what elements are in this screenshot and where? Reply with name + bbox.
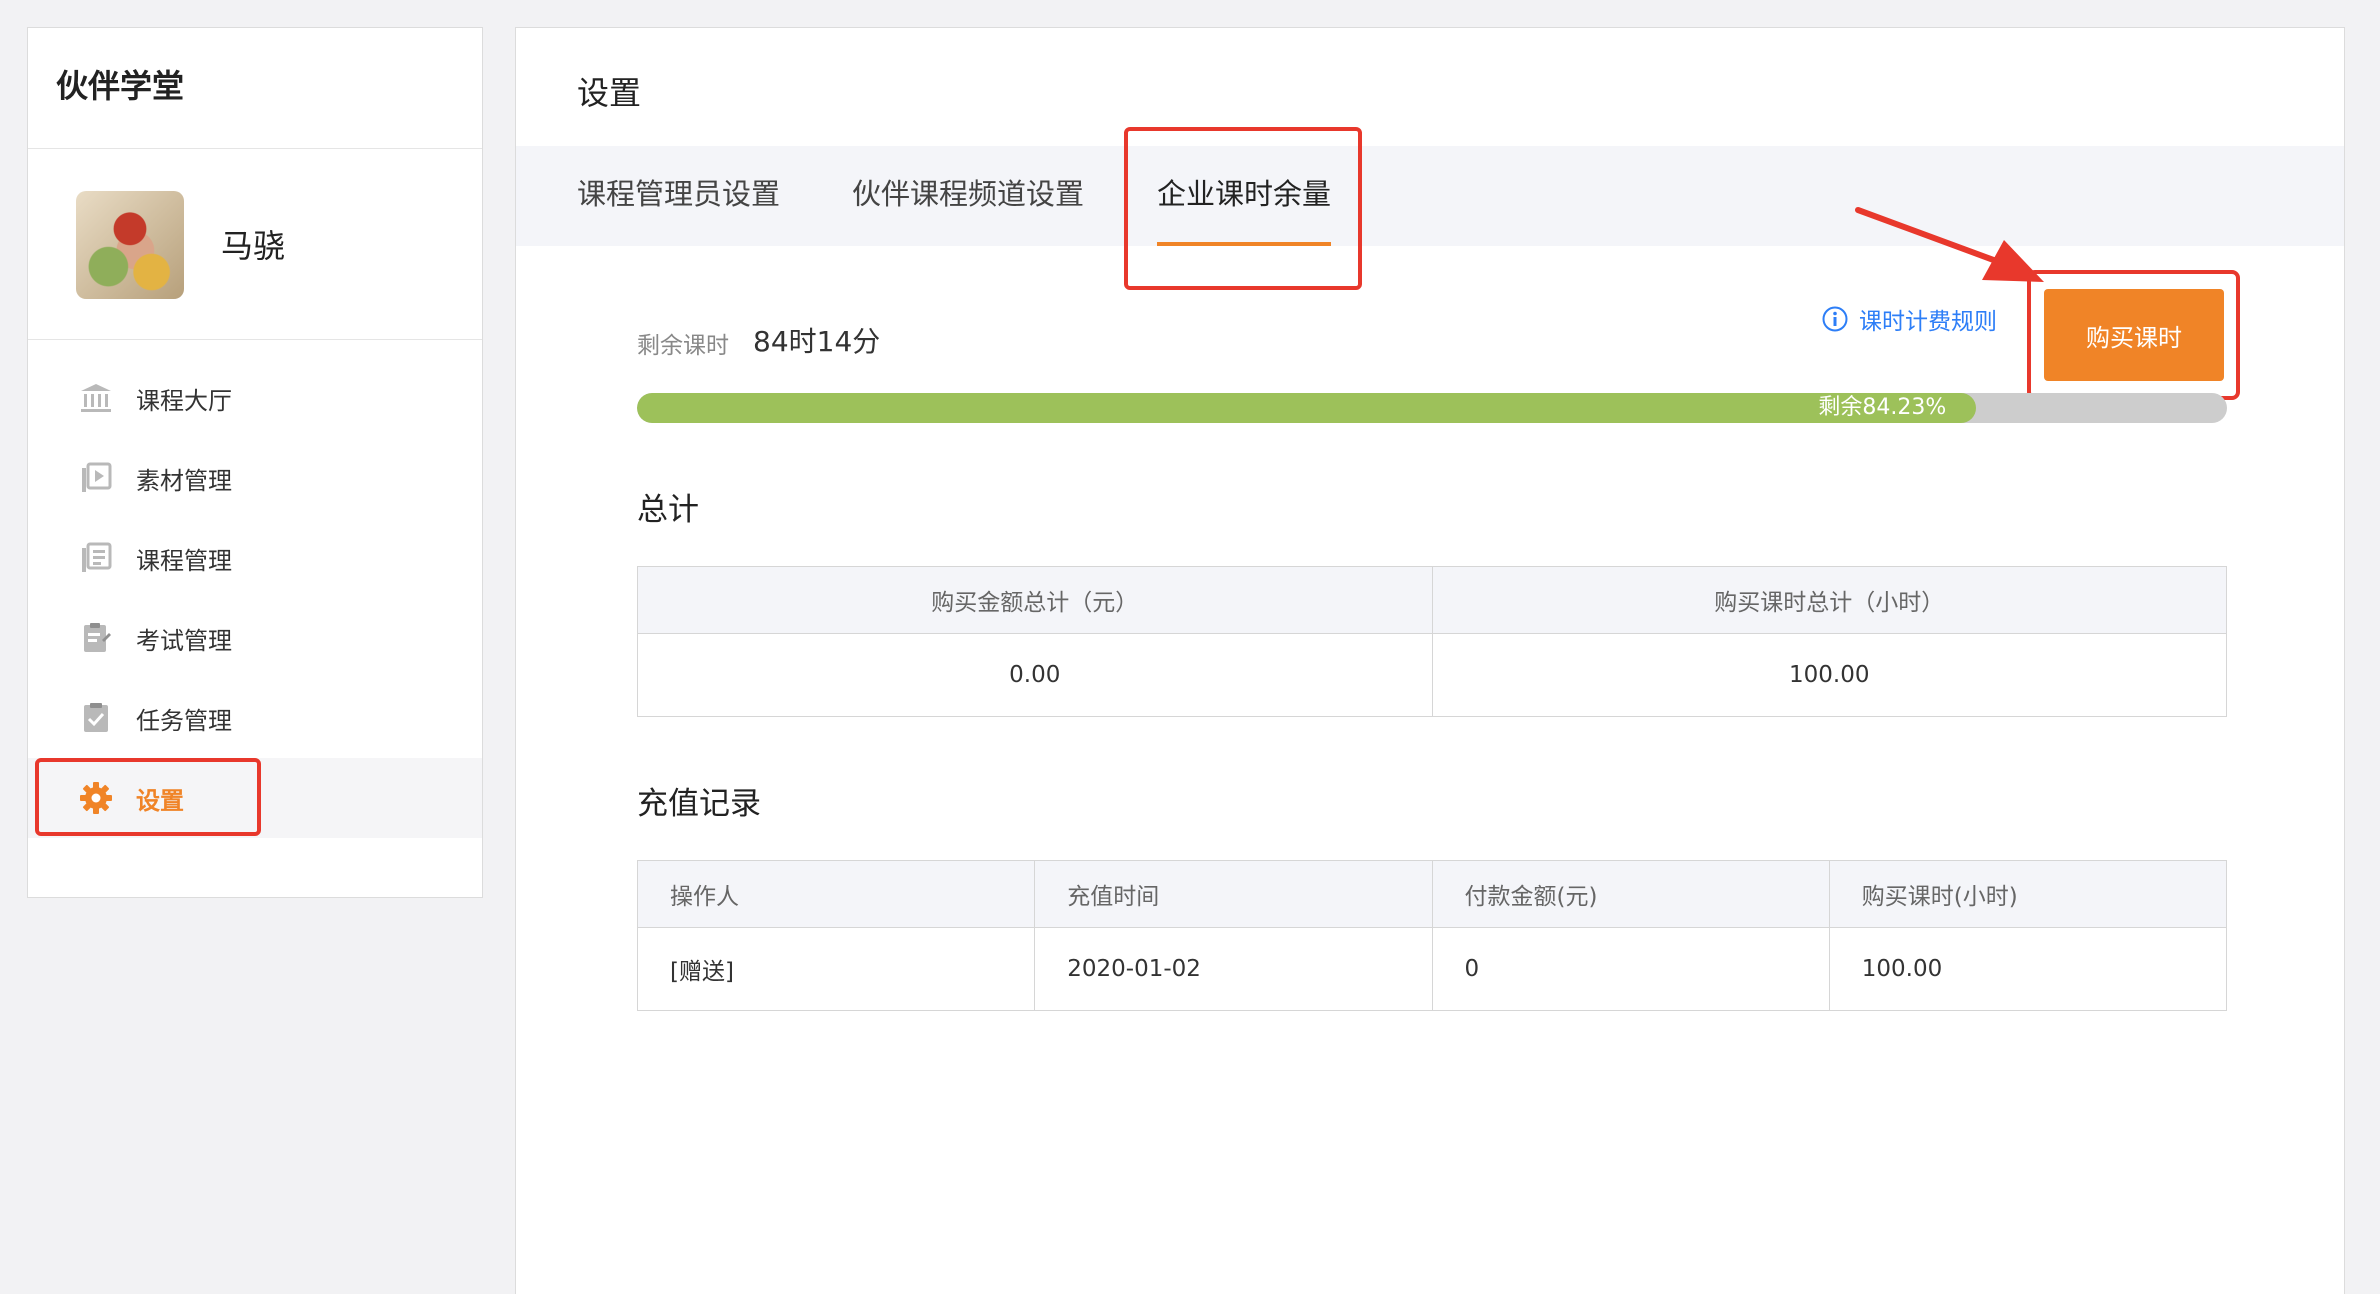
- gear-icon: [80, 782, 112, 814]
- arrow-annotation: [1855, 207, 2044, 282]
- sidebar-item-label: 课程大厅: [136, 386, 232, 415]
- user-panel: 马骁: [28, 149, 482, 340]
- progress-fill: 剩余84.23%: [637, 393, 1977, 423]
- exam-clipboard-icon: [84, 623, 111, 652]
- sidebar-item-course-hall[interactable]: 课程大厅: [28, 358, 482, 438]
- sidebar-item-materials[interactable]: 素材管理: [28, 438, 482, 518]
- column-header: 购买课时总计（小时）: [1431, 566, 2227, 634]
- remaining-label: 剩余课时: [637, 333, 729, 359]
- user-name: 马骁: [221, 227, 286, 265]
- column-header: 充值时间: [1034, 860, 1433, 928]
- column-header: 购买课时(小时): [1828, 860, 2228, 928]
- sidebar-item-label: 课程管理: [136, 546, 232, 575]
- brand-title: 伙伴学堂: [28, 28, 482, 149]
- info-icon: [1822, 306, 1848, 332]
- media-library-icon: [82, 462, 112, 492]
- table-cell: [赠送]: [636, 927, 1036, 1011]
- tab-highlight-annotation: [1124, 127, 1362, 290]
- bank-icon: [81, 384, 111, 412]
- table-header-row: 操作人 充值时间 付款金额(元) 购买课时(小时): [636, 860, 2228, 928]
- total-hours: 100.00: [1431, 633, 2227, 717]
- sidebar-item-courses[interactable]: 课程管理: [28, 518, 482, 598]
- records-title: 充值记录: [637, 786, 761, 822]
- tab-partner-channel[interactable]: 伙伴课程频道设置: [852, 146, 1084, 246]
- sidebar-item-label: 任务管理: [136, 706, 232, 735]
- task-check-icon: [84, 703, 108, 732]
- sidebar-item-exams[interactable]: 考试管理: [28, 598, 482, 678]
- totals-table: 购买金额总计（元） 购买课时总计（小时） 0.00 100.00: [637, 566, 2227, 717]
- table-row: [赠送] 2020-01-02 0 100.00: [636, 927, 2228, 1011]
- sidebar-item-settings[interactable]: 设置: [28, 758, 482, 838]
- main-panel: 设置 课程管理员设置 伙伴课程频道设置 企业课时余量 剩余课时 84时14分 课…: [515, 27, 2345, 1294]
- sidebar-item-tasks[interactable]: 任务管理: [28, 678, 482, 758]
- column-header: 购买金额总计（元）: [637, 566, 1433, 634]
- total-amount: 0.00: [637, 633, 1433, 717]
- course-list-icon: [82, 542, 112, 572]
- sidebar-item-label: 设置: [136, 786, 184, 815]
- column-header: 操作人: [636, 860, 1036, 928]
- avatar[interactable]: [76, 191, 184, 299]
- tab-bar: 课程管理员设置 伙伴课程频道设置 企业课时余量: [516, 146, 2344, 246]
- sidebar: 伙伴学堂 马骁 课程大厅 素材管理 课程管理 考试管理 任务管理 设置: [27, 27, 483, 898]
- column-header: 付款金额(元): [1431, 860, 1830, 928]
- remaining-value: 84时14分: [753, 325, 881, 358]
- table-row: 0.00 100.00: [637, 633, 2227, 717]
- sidebar-menu: 课程大厅 素材管理 课程管理 考试管理 任务管理 设置: [28, 340, 482, 838]
- sidebar-item-label: 考试管理: [136, 626, 232, 655]
- sidebar-item-label: 素材管理: [136, 466, 232, 495]
- totals-title: 总计: [637, 492, 699, 528]
- table-cell: 100.00: [1828, 927, 2228, 1011]
- page-title: 设置: [577, 74, 642, 112]
- records-table: 操作人 充值时间 付款金额(元) 购买课时(小时) [赠送] 2020-01-0…: [636, 860, 2228, 1011]
- table-cell: 0: [1431, 927, 1830, 1011]
- progress-text: 剩余84.23%: [1818, 395, 1947, 420]
- tab-course-admin[interactable]: 课程管理员设置: [577, 146, 780, 246]
- buy-hours-button[interactable]: 购买课时: [2044, 289, 2224, 381]
- table-cell: 2020-01-02: [1034, 927, 1433, 1011]
- remaining-progress-bar: 剩余84.23%: [637, 393, 2227, 423]
- table-header-row: 购买金额总计（元） 购买课时总计（小时）: [637, 566, 2227, 634]
